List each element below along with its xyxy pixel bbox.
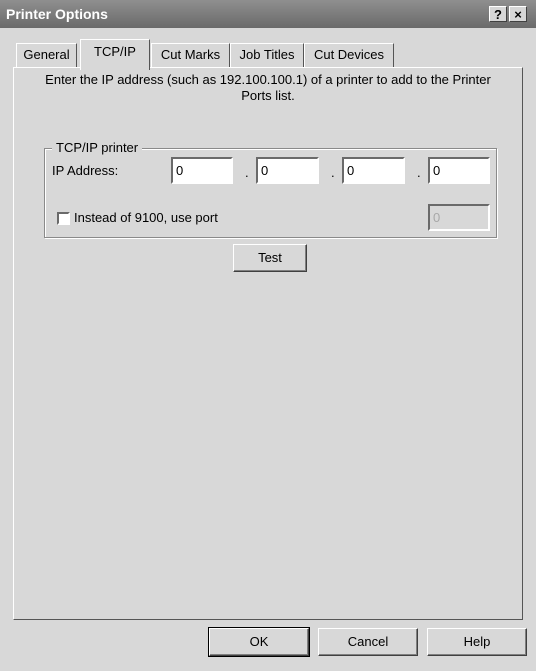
ip-separator: . (417, 165, 421, 180)
tab-cut-marks[interactable]: Cut Marks (151, 43, 230, 68)
help-button[interactable]: Help (427, 628, 527, 656)
close-icon[interactable]: × (509, 6, 527, 22)
use-port-checkbox[interactable] (57, 212, 70, 225)
tab-job-titles[interactable]: Job Titles (230, 43, 304, 68)
instructions-text: Enter the IP address (such as 192.100.10… (45, 72, 491, 103)
ip-separator: . (245, 165, 249, 180)
ip-separator: . (331, 165, 335, 180)
ip-octet-2-input[interactable] (256, 157, 319, 184)
group-title: TCP/IP printer (52, 140, 143, 155)
tab-cut-devices[interactable]: Cut Devices (304, 43, 394, 68)
title-bar: Printer Options ? × (0, 0, 536, 28)
test-button[interactable]: Test (233, 244, 307, 272)
port-input[interactable] (428, 204, 490, 231)
use-port-label[interactable]: Instead of 9100, use port (74, 210, 218, 225)
window-title: Printer Options (6, 6, 108, 22)
tab-general[interactable]: General (16, 43, 77, 68)
ok-button[interactable]: OK (208, 627, 310, 657)
ip-address-label: IP Address: (52, 163, 119, 178)
ip-octet-1-input[interactable] (171, 157, 233, 184)
ip-octet-4-input[interactable] (428, 157, 490, 184)
ip-octet-3-input[interactable] (342, 157, 405, 184)
cancel-button[interactable]: Cancel (318, 628, 418, 656)
tab-tcpip[interactable]: TCP/IP (80, 39, 150, 70)
help-button-titlebar[interactable]: ? (489, 6, 507, 22)
